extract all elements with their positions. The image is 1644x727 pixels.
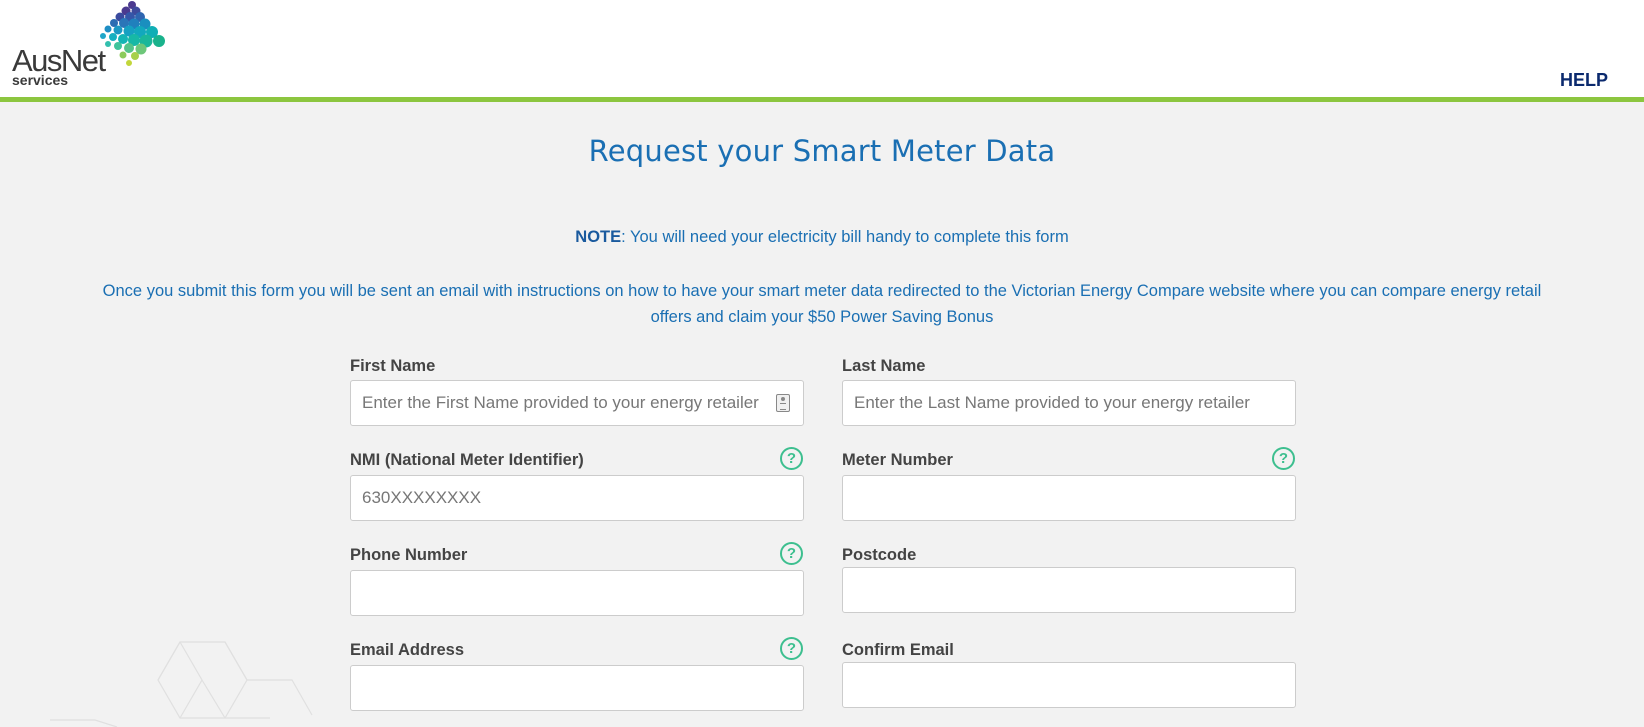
help-link[interactable]: HELP [1560,70,1608,91]
page-title: Request your Smart Meter Data [588,134,1056,168]
info-text: Once you submit this form you will be se… [102,282,1542,326]
first-name-label: First Name [350,357,436,375]
email-help-icon[interactable]: ? [780,637,803,660]
last-name-input[interactable] [842,380,1296,426]
last-name-label: Last Name [842,357,926,375]
nmi-input[interactable] [350,475,804,521]
nmi-label: NMI (National Meter Identifier) [350,451,584,469]
email-address-label: Email Address [350,641,465,659]
logo-subtitle: services [12,72,69,88]
meter-number-help-icon[interactable]: ? [1272,447,1295,470]
nmi-help-icon[interactable]: ? [780,447,803,470]
phone-number-label: Phone Number [350,546,468,564]
confirm-email-label: Confirm Email [842,641,954,659]
postcode-label: Postcode [842,546,917,564]
phone-help-icon[interactable]: ? [780,542,803,565]
email-address-input[interactable] [350,665,804,711]
phone-number-input[interactable] [350,570,804,616]
note-text: NOTE: You will need your electricity bil… [0,228,1644,247]
hexagon-pattern [50,641,313,727]
note-label: NOTE [575,228,622,246]
meter-number-input[interactable] [842,475,1296,521]
first-name-input[interactable] [350,380,804,426]
confirm-email-input[interactable] [842,662,1296,708]
postcode-input[interactable] [842,567,1296,613]
note-body: : You will need your electricity bill ha… [621,228,1069,246]
site-header: AusNet services HELP [0,0,1644,102]
ausnet-logo[interactable]: AusNet services [10,0,170,92]
meter-number-label: Meter Number [842,451,953,469]
contact-card-icon[interactable] [776,394,790,412]
